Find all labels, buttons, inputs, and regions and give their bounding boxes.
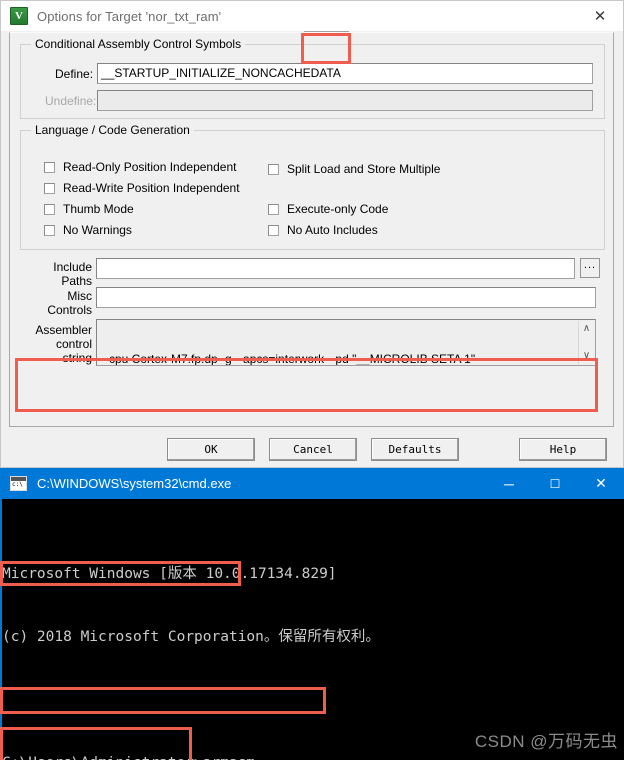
console-line: (c) 2018 Microsoft Corporation。保留所有权利。: [2, 629, 380, 645]
conditional-assembly-group: Conditional Assembly Control Symbols Def…: [20, 37, 605, 119]
scroll-up-icon[interactable]: ∧: [583, 324, 590, 334]
undefine-input: [97, 90, 593, 111]
language-code-generation-group-title: Language / Code Generation: [31, 123, 194, 137]
assembler-control-scrollbar[interactable]: ∧ ∨: [578, 321, 594, 364]
assembler-control-label-line2: control: [55, 337, 92, 351]
close-icon[interactable]: ✕: [578, 468, 624, 499]
define-label: Define:: [55, 67, 94, 81]
misc-controls-label-line1: Misc: [67, 289, 92, 303]
csdn-watermark: CSDN @万码无虫: [474, 732, 618, 751]
assembler-control-label-line3: string: [62, 351, 92, 365]
defaults-button[interactable]: Defaults: [371, 438, 459, 461]
console-line: C:\Users\Administrator>armasm: [2, 753, 624, 760]
keil-options-dialog: V Options for Target 'nor_txt_ram' ✕ Dev…: [0, 0, 624, 468]
cmd-title: C:\WINDOWS\system32\cmd.exe: [37, 476, 232, 491]
checkbox-execute-only-code[interactable]: [268, 204, 279, 215]
assembler-control-string-textarea[interactable]: --cpu Cortex-M7.fp.dp -g --apcs=interwor…: [96, 319, 596, 366]
checkbox-read-write-position-independent[interactable]: [44, 183, 55, 194]
label-read-write-position-independent: Read-Write Position Independent: [63, 181, 240, 195]
console-left-edge-bar: [0, 499, 2, 760]
conditional-assembly-group-title: Conditional Assembly Control Symbols: [31, 37, 246, 51]
misc-controls-label-line2: Controls: [47, 303, 92, 317]
label-thumb-mode: Thumb Mode: [63, 202, 134, 216]
close-icon[interactable]: ✕: [577, 1, 623, 31]
cmd-console-output[interactable]: Microsoft Windows [版本 10.0.17134.829] (c…: [0, 499, 624, 760]
include-paths-label-line2: Paths: [61, 274, 92, 288]
label-execute-only-code: Execute-only Code: [287, 202, 389, 216]
label-no-warnings: No Warnings: [63, 223, 132, 237]
define-input[interactable]: __STARTUP_INITIALIZE_NONCACHEDATA: [97, 63, 593, 84]
minimize-icon[interactable]: ─: [486, 468, 532, 499]
browse-include-paths-button[interactable]: ...: [580, 258, 600, 278]
checkbox-split-load-and-store-multiple[interactable]: [268, 164, 279, 175]
misc-controls-input[interactable]: [96, 287, 596, 308]
maximize-icon[interactable]: ☐: [532, 468, 578, 499]
checkbox-thumb-mode[interactable]: [44, 204, 55, 215]
include-paths-input[interactable]: [96, 258, 575, 279]
keil-uvision-icon: V: [10, 7, 28, 25]
cmd-title-bar: C:\WINDOWS\system32\cmd.exe ─ ☐ ✕: [0, 468, 624, 499]
cmd-console-window: C:\WINDOWS\system32\cmd.exe ─ ☐ ✕ Micros…: [0, 468, 624, 760]
include-paths-label-line1: Include: [53, 260, 92, 274]
label-split-load-and-store-multiple: Split Load and Store Multiple: [287, 162, 441, 176]
asm-tab-panel: Conditional Assembly Control Symbols Def…: [9, 32, 614, 427]
checkbox-no-auto-includes[interactable]: [268, 225, 279, 236]
assembler-control-string-line-1: --cpu Cortex-M7.fp.dp -g --apcs=interwor…: [101, 352, 476, 366]
assembler-control-label-line1: Assembler: [35, 323, 92, 337]
cancel-button[interactable]: Cancel: [269, 438, 357, 461]
dialog-title-bar: V Options for Target 'nor_txt_ram' ✕: [1, 1, 623, 31]
checkbox-read-only-position-independent[interactable]: [44, 162, 55, 173]
ok-button[interactable]: OK: [167, 438, 255, 461]
label-no-auto-includes: No Auto Includes: [287, 223, 378, 237]
undefine-label: Undefine:: [45, 94, 97, 108]
help-button[interactable]: Help: [519, 438, 607, 461]
scroll-down-icon[interactable]: ∨: [583, 351, 590, 361]
dialog-title: Options for Target 'nor_txt_ram': [37, 8, 222, 24]
console-line: Microsoft Windows [版本 10.0.17134.829]: [2, 566, 337, 582]
checkbox-no-warnings[interactable]: [44, 225, 55, 236]
label-read-only-position-independent: Read-Only Position Independent: [63, 160, 237, 174]
language-code-generation-group: Language / Code Generation Read-Only Pos…: [20, 123, 605, 250]
cmd-console-icon: [10, 476, 27, 491]
